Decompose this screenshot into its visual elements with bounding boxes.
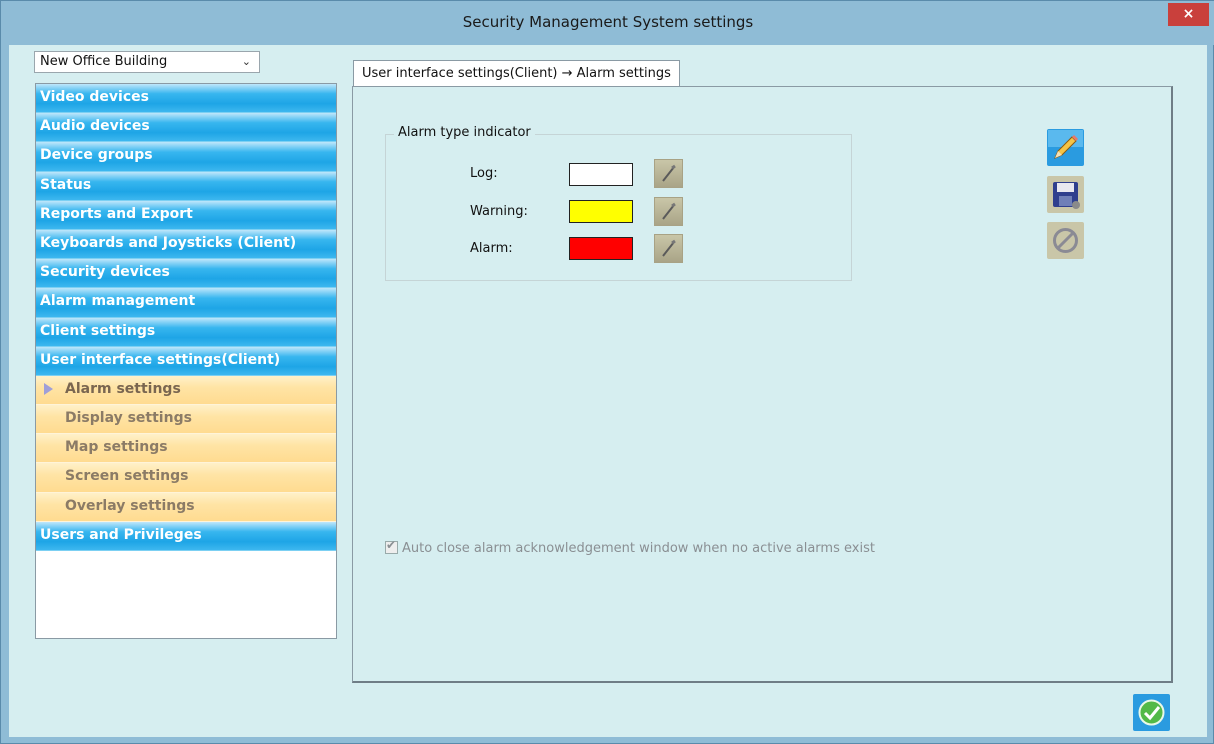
nav-subitem-map-settings[interactable]: Map settings [36,434,336,464]
nav-item-user-interface-settings[interactable]: User interface settings(Client) [36,346,336,376]
nav-item-keyboards-joysticks[interactable]: Keyboards and Joysticks (Client) [36,229,336,260]
log-color-picker-button[interactable] [654,159,683,188]
ok-button[interactable] [1133,694,1170,731]
nav-subitem-display-settings[interactable]: Display settings [36,405,336,435]
site-dropdown-value: New Office Building [40,54,168,69]
settings-window: Security Management System settings × Ne… [0,0,1214,744]
pencil-icon [662,239,676,257]
warning-color-swatch [569,200,633,223]
auto-close-label: Auto close alarm acknowledgement window … [402,541,875,556]
log-label: Log: [470,166,498,181]
pencil-icon [1047,129,1084,166]
edit-button[interactable] [1047,129,1084,166]
save-button[interactable] [1047,176,1084,213]
checkmark-icon [1133,694,1170,731]
group-legend: Alarm type indicator [394,125,535,140]
chevron-down-icon: ⌄ [241,55,251,68]
nav-item-status[interactable]: Status [36,171,336,201]
settings-panel: Alarm type indicator Log: Warning: Alarm… [352,86,1173,683]
alarm-color-swatch [569,237,633,260]
nav-item-users-privileges[interactable]: Users and Privileges [36,521,336,551]
close-button[interactable]: × [1168,3,1209,26]
nav-subitem-alarm-settings[interactable]: Alarm settings [36,375,336,406]
auto-close-checkbox[interactable] [385,538,398,554]
pencil-icon [662,164,676,182]
pencil-icon [662,202,676,220]
nav-item-audio-devices[interactable]: Audio devices [36,113,336,143]
nav-subitem-screen-settings[interactable]: Screen settings [36,463,336,493]
alarm-color-picker-button[interactable] [654,234,683,263]
window-title: Security Management System settings [462,13,754,31]
client-area: New Office Building ⌄ Video devices Audi… [9,45,1207,737]
settings-nav-tree: Video devices Audio devices Device group… [35,83,337,639]
alarm-label: Alarm: [470,241,513,256]
nav-subitem-overlay-settings[interactable]: Overlay settings [36,492,336,522]
tab-alarm-settings[interactable]: User interface settings(Client) → Alarm … [353,60,680,87]
nav-item-security-devices[interactable]: Security devices [36,259,336,289]
nav-subitem-label: Alarm settings [65,380,181,397]
nav-item-device-groups[interactable]: Device groups [36,142,336,172]
site-dropdown[interactable]: New Office Building ⌄ [34,51,260,73]
selected-arrow-icon [44,382,53,395]
cancel-icon [1047,222,1084,259]
auto-close-option[interactable]: Auto close alarm acknowledgement window … [385,538,875,556]
title-bar[interactable]: Security Management System settings × [1,1,1214,45]
nav-item-client-settings[interactable]: Client settings [36,317,336,347]
log-color-swatch [569,163,633,186]
cancel-button[interactable] [1047,222,1084,259]
warning-label: Warning: [470,204,528,219]
warning-color-picker-button[interactable] [654,197,683,226]
nav-item-video-devices[interactable]: Video devices [36,84,336,114]
alarm-type-indicator-group: Alarm type indicator Log: Warning: Alarm… [385,125,852,281]
nav-item-reports-export[interactable]: Reports and Export [36,200,336,230]
save-icon [1047,176,1084,213]
nav-item-alarm-management[interactable]: Alarm management [36,288,336,318]
